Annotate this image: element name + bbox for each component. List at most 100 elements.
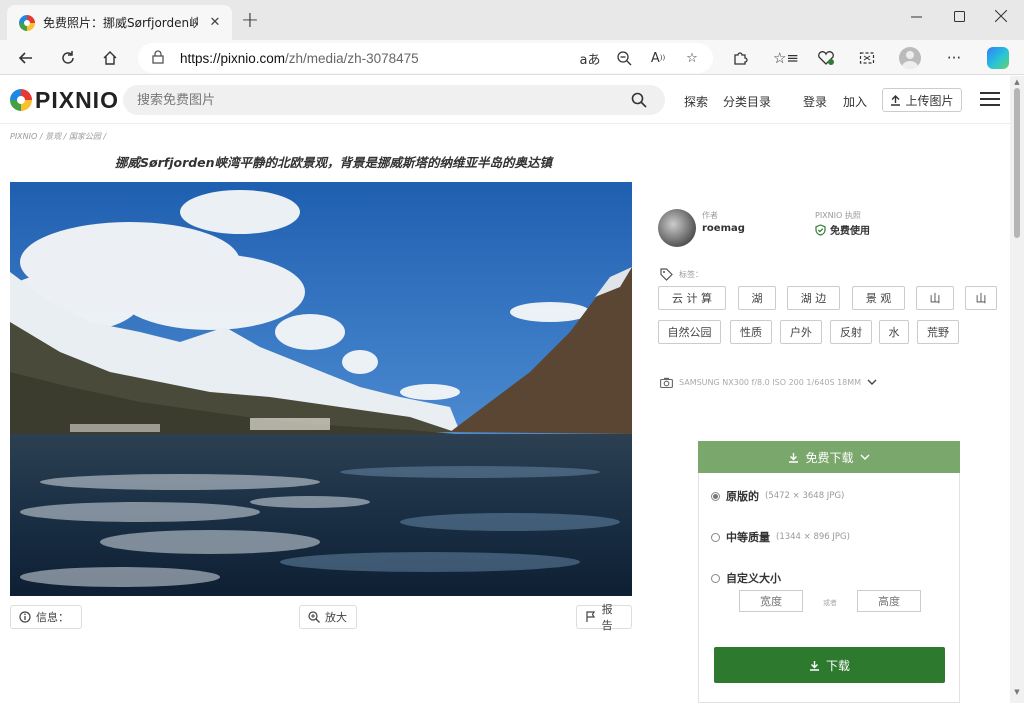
zoom-in-icon (308, 611, 320, 623)
pixnio-logo[interactable]: PIXNIO (10, 87, 119, 113)
copilot-icon (987, 47, 1009, 69)
browser-tab[interactable]: 免费照片：挪威Sørfjorden峡湾平 ✕ (7, 5, 232, 40)
tags-label: 标签： (679, 270, 703, 279)
tag-item[interactable]: 自然公园 (658, 320, 721, 344)
new-tab-button[interactable]: + (238, 10, 262, 34)
download-label: 下载 (825, 658, 850, 673)
site-header: PIXNIO 探索 分类目录 登录 加入 上传图片 (0, 76, 1010, 124)
web-page: PIXNIO 探索 分类目录 登录 加入 上传图片 PIXNIO / 景观 / … (0, 76, 1010, 703)
home-button[interactable] (96, 44, 124, 72)
option-original-label: 原版的 (726, 490, 759, 503)
refresh-button[interactable] (54, 44, 82, 72)
scroll-down-arrow-icon[interactable]: ▼ (1013, 688, 1021, 696)
radio-custom[interactable] (711, 573, 720, 583)
minimize-button[interactable] (893, 4, 939, 28)
option-original[interactable]: 原版的 (5472 × 3648 JPG) (711, 488, 844, 504)
pixnio-favicon-icon (19, 14, 35, 31)
option-custom[interactable]: 自定义大小 (711, 570, 781, 586)
license-value[interactable]: 免费使用 (815, 222, 870, 237)
shield-check-icon (815, 223, 826, 236)
close-tab-icon[interactable]: ✕ (206, 15, 224, 30)
profile-button[interactable] (896, 44, 924, 72)
main-photo[interactable] (10, 182, 632, 596)
url-text[interactable]: https://pixnio.com/zh/media/zh-3078475 (180, 51, 419, 66)
download-icon (789, 452, 799, 463)
zoom-button[interactable]: 放大 (299, 605, 357, 629)
tag-item[interactable]: 湖 (738, 286, 776, 310)
author-name[interactable]: roemag (702, 223, 745, 234)
info-icon (19, 611, 31, 623)
pixnio-logo-icon (10, 89, 32, 111)
tag-item[interactable]: 水 (879, 320, 909, 344)
browser-essentials-icon[interactable] (812, 44, 840, 72)
settings-more-icon[interactable]: ··· (940, 44, 968, 72)
favorite-star-icon[interactable]: ☆ (681, 47, 703, 69)
height-input[interactable] (857, 590, 921, 612)
option-medium-meta: (1344 × 896 JPG) (776, 532, 850, 542)
nav-explore[interactable]: 探索 (684, 93, 708, 110)
search-icon[interactable] (631, 92, 647, 108)
tag-item[interactable]: 户外 (780, 320, 822, 344)
tag-item[interactable]: 云 计 算 (658, 286, 726, 310)
zoom-out-icon[interactable] (613, 47, 635, 69)
download-options-panel: 原版的 (5472 × 3648 JPG) 中等质量 (1344 × 896 J… (698, 473, 960, 703)
fjord-landscape-image (10, 182, 632, 596)
address-bar[interactable]: https://pixnio.com/zh/media/zh-3078475 a… (138, 43, 713, 73)
lock-icon[interactable] (152, 49, 170, 67)
free-download-button[interactable]: 免费下载 (698, 441, 960, 473)
read-aloud-icon[interactable]: aあ (579, 47, 601, 69)
nav-login[interactable]: 登录 (803, 93, 827, 110)
nav-join[interactable]: 加入 (843, 93, 867, 110)
or-label: 或者 (823, 599, 837, 607)
author-label: 作者 (702, 211, 718, 220)
zoom-label: 放大 (325, 611, 347, 624)
tag-item[interactable]: 荒野 (917, 320, 959, 344)
option-medium-label: 中等质量 (726, 531, 770, 544)
license-text: 免费使用 (830, 226, 870, 237)
scrollbar-thumb[interactable] (1014, 88, 1020, 238)
width-input[interactable] (739, 590, 803, 612)
radio-original[interactable] (711, 491, 720, 501)
download-button[interactable]: 下载 (714, 647, 945, 683)
chevron-down-icon (860, 454, 869, 460)
maximize-button[interactable] (936, 4, 982, 28)
upload-label: 上传图片 (905, 93, 954, 108)
author-avatar[interactable] (658, 209, 696, 247)
favorites-icon[interactable]: ☆≡ (772, 44, 800, 72)
chevron-down-icon[interactable] (867, 379, 877, 386)
report-button[interactable]: 报告 (576, 603, 632, 632)
upload-button[interactable]: 上传图片 (882, 88, 962, 112)
info-button[interactable]: 信息： (10, 605, 82, 629)
exif-info[interactable]: SAMSUNG NX300 f/8.0 ISO 200 1/640S 18MM (660, 377, 877, 388)
nav-categories[interactable]: 分类目录 (723, 93, 771, 110)
immersive-reader-icon[interactable]: A)) (647, 47, 669, 69)
page-scrollbar[interactable]: ▲ ▼ (1010, 76, 1024, 703)
tab-strip: 免费照片：挪威Sørfjorden峡湾平 ✕ + (0, 0, 1024, 40)
info-label: 信息： (36, 611, 69, 624)
tag-item[interactable]: 性质 (730, 320, 772, 344)
profile-avatar (899, 47, 921, 69)
option-original-meta: (5472 × 3648 JPG) (765, 491, 845, 501)
back-button[interactable] (12, 44, 40, 72)
tag-item[interactable]: 山 (965, 286, 997, 310)
option-custom-label: 自定义大小 (726, 572, 781, 585)
scroll-up-arrow-icon[interactable]: ▲ (1013, 78, 1021, 86)
tag-item[interactable]: 山 (916, 286, 954, 310)
search-input[interactable] (123, 85, 613, 115)
close-window-button[interactable] (978, 4, 1024, 28)
menu-hamburger-icon[interactable] (980, 92, 1000, 108)
upload-icon (891, 94, 901, 106)
copilot-button[interactable] (984, 44, 1012, 72)
breadcrumb[interactable]: PIXNIO / 景观 / 国家公园 / (10, 131, 106, 142)
tags-header: 标签： (660, 268, 703, 281)
tag-item[interactable]: 反射 (830, 320, 872, 344)
tag-item[interactable]: 景 观 (852, 286, 905, 310)
extensions-icon[interactable] (726, 44, 754, 72)
screenshot-icon[interactable] (853, 44, 881, 72)
camera-icon (660, 377, 673, 388)
radio-medium[interactable] (711, 532, 720, 542)
search-box (123, 85, 665, 115)
option-medium[interactable]: 中等质量 (1344 × 896 JPG) (711, 529, 850, 545)
free-download-label: 免费下载 (805, 450, 854, 465)
tag-item[interactable]: 湖 边 (787, 286, 840, 310)
